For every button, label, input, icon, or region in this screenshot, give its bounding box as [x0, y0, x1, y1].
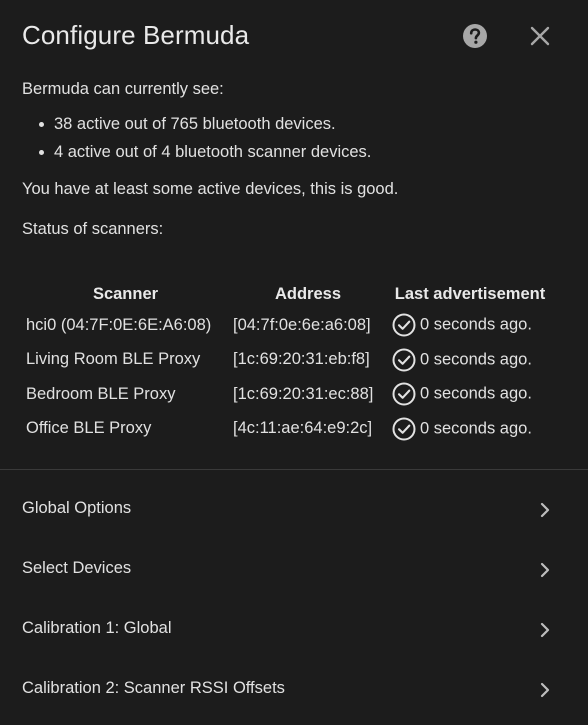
- summary-item-devices: 38 active out of 765 bluetooth devices.: [39, 110, 566, 138]
- check-circle-icon: [391, 312, 417, 338]
- chevron-right-icon: [540, 622, 550, 638]
- help-button[interactable]: [462, 23, 488, 49]
- help-circle-icon: [463, 24, 487, 48]
- dialog-title: Configure Bermuda: [22, 20, 250, 50]
- summary-item-scanners: 4 active out of 4 bluetooth scanner devi…: [39, 138, 566, 166]
- divider: [0, 469, 588, 470]
- chevron-right-icon: [540, 502, 550, 518]
- last-advertisement: 0 seconds ago.: [387, 308, 553, 343]
- scanner-name: Office BLE Proxy: [26, 419, 152, 438]
- dialog-header: Configure Bermuda: [22, 18, 566, 58]
- scanner-name: Bedroom BLE Proxy: [26, 384, 176, 403]
- menu-item-select-devices[interactable]: Select Devices: [0, 538, 588, 598]
- last-advertisement-text: 0 seconds ago.: [420, 350, 532, 369]
- status-message: You have at least some active devices, t…: [22, 180, 399, 198]
- menu-item-label: Select Devices: [22, 559, 132, 577]
- options-menu: Global Options Select Devices Calibratio…: [0, 478, 588, 718]
- header-address: Address: [274, 284, 342, 303]
- scanner-name: Living Room BLE Proxy: [26, 350, 201, 369]
- last-advertisement-text: 0 seconds ago.: [420, 419, 532, 438]
- table-row: Office BLE Proxy [4c:11:ae:64:e9:2c] 0 s…: [22, 412, 553, 447]
- scanners-status-label: Status of scanners:: [22, 220, 164, 238]
- scanner-address: [1c:69:20:31:eb:f8]: [233, 350, 370, 369]
- close-icon: [530, 26, 550, 46]
- last-advertisement-text: 0 seconds ago.: [420, 315, 532, 334]
- menu-item-label: Global Options: [22, 499, 132, 517]
- table-row: Bedroom BLE Proxy [1c:69:20:31:ec:88] 0 …: [22, 377, 553, 412]
- scanners-table: Scanner Address Last advertisement hci0 …: [22, 280, 553, 446]
- menu-item-global-options[interactable]: Global Options: [0, 478, 588, 538]
- check-circle-icon: [391, 416, 417, 442]
- last-advertisement: 0 seconds ago.: [387, 412, 553, 447]
- header-scanner: Scanner: [92, 284, 159, 303]
- menu-item-label: Calibration 1: Global: [22, 619, 172, 637]
- chevron-right-icon: [540, 562, 550, 578]
- table-header-row: Scanner Address Last advertisement: [22, 280, 553, 308]
- last-advertisement: 0 seconds ago.: [387, 343, 553, 378]
- scanner-address: [4c:11:ae:64:e9:2c]: [233, 419, 373, 438]
- menu-item-label: Calibration 2: Scanner RSSI Offsets: [22, 679, 285, 697]
- scanner-address: [04:7f:0e:6e:a6:08]: [233, 315, 371, 334]
- menu-item-calibration-rssi-offsets[interactable]: Calibration 2: Scanner RSSI Offsets: [0, 658, 588, 718]
- last-advertisement-text: 0 seconds ago.: [420, 384, 532, 403]
- scanner-address: [1c:69:20:31:ec:88]: [233, 384, 374, 403]
- intro-text: Bermuda can currently see:: [22, 80, 224, 98]
- chevron-right-icon: [540, 682, 550, 698]
- close-button[interactable]: [528, 24, 552, 48]
- table-row: hci0 (04:7F:0E:6E:A6:08) [04:7f:0e:6e:a6…: [22, 308, 553, 343]
- check-circle-icon: [391, 347, 417, 373]
- summary-list: 38 active out of 765 bluetooth devices. …: [22, 110, 566, 166]
- header-last-advertisement: Last advertisement: [394, 284, 546, 303]
- menu-item-calibration-global[interactable]: Calibration 1: Global: [0, 598, 588, 658]
- scanner-name: hci0 (04:7F:0E:6E:A6:08): [26, 315, 212, 334]
- dialog-body: Bermuda can currently see: 38 active out…: [22, 78, 566, 441]
- last-advertisement: 0 seconds ago.: [387, 377, 553, 412]
- configure-dialog: Configure Bermuda Bermuda can currently …: [0, 0, 588, 725]
- check-circle-icon: [391, 381, 417, 407]
- table-row: Living Room BLE Proxy [1c:69:20:31:eb:f8…: [22, 343, 553, 378]
